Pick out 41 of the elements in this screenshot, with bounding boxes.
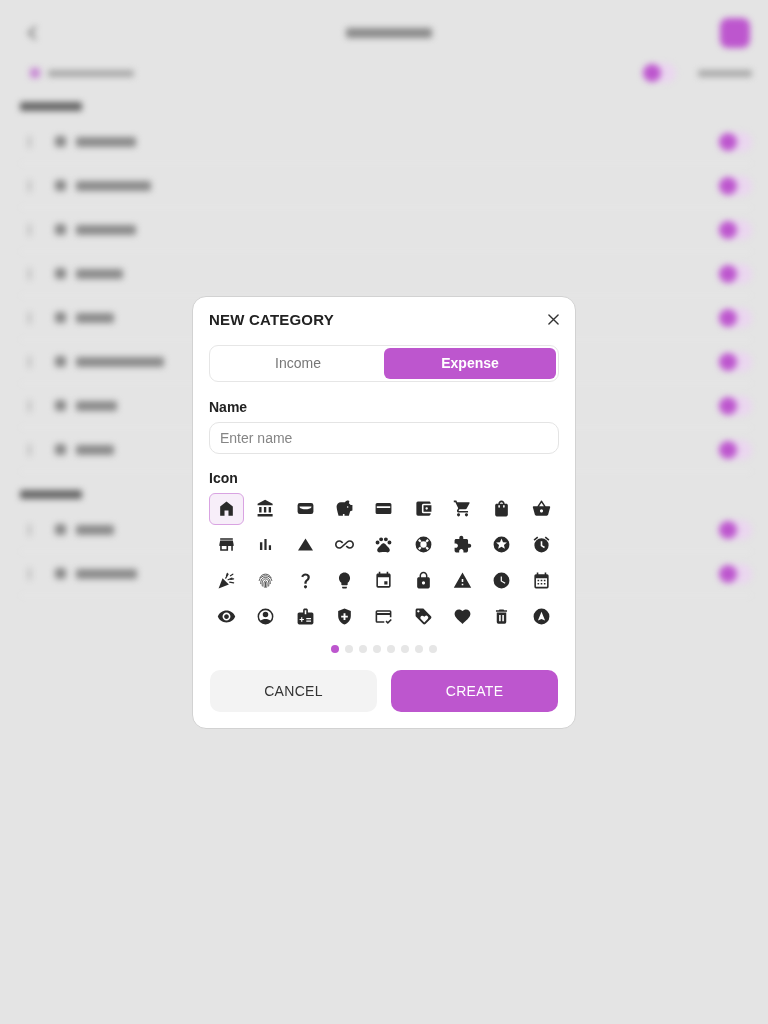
icon-option-button[interactable] (209, 492, 245, 525)
store-icon (217, 535, 237, 554)
bank-icon (256, 499, 276, 518)
close-button[interactable] (546, 312, 561, 327)
page-dot-icon[interactable] (415, 644, 423, 653)
calendar-grid-icon (531, 571, 551, 590)
dialog-title: NEW CATEGORY (209, 311, 334, 328)
navigation-icon (531, 607, 551, 626)
paw-icon (374, 535, 394, 554)
field-label: Icon (209, 469, 239, 486)
alarm-clock-icon (531, 535, 551, 554)
type-tab[interactable]: Income (212, 347, 384, 379)
tag-heart-icon (413, 607, 433, 626)
page-dot-icon[interactable] (401, 644, 409, 653)
page-dot-icon[interactable] (331, 644, 339, 653)
field-label: Name (209, 398, 249, 415)
page-dot-icon[interactable] (373, 644, 381, 653)
puzzle-icon (453, 535, 473, 554)
shopping-cart-icon (453, 499, 473, 518)
create-button[interactable]: CREATE (391, 669, 558, 712)
close-icon (548, 314, 559, 325)
calendar-icon (374, 571, 394, 590)
user-icon (256, 607, 276, 626)
clock-icon (492, 571, 512, 590)
heart-icon (453, 607, 473, 626)
piggy-bank-icon (335, 499, 355, 518)
cancel-button[interactable]: CANCEL (210, 669, 377, 712)
party-popper-icon (217, 571, 237, 590)
basket-icon (531, 499, 551, 518)
wallet-icon (413, 499, 433, 518)
warning-icon (453, 571, 473, 590)
name-input-field[interactable]: Enter name (209, 421, 559, 454)
page-dot-icon[interactable] (345, 644, 353, 653)
card-check-icon (374, 607, 394, 626)
type-tab[interactable]: Expense (384, 347, 556, 379)
page-dot-icon[interactable] (429, 644, 437, 653)
star-icon (492, 535, 512, 554)
id-badge-icon (295, 607, 315, 626)
page-dot-icon[interactable] (387, 644, 395, 653)
page-dot-icon[interactable] (359, 644, 367, 653)
lifebuoy-icon (413, 535, 433, 554)
